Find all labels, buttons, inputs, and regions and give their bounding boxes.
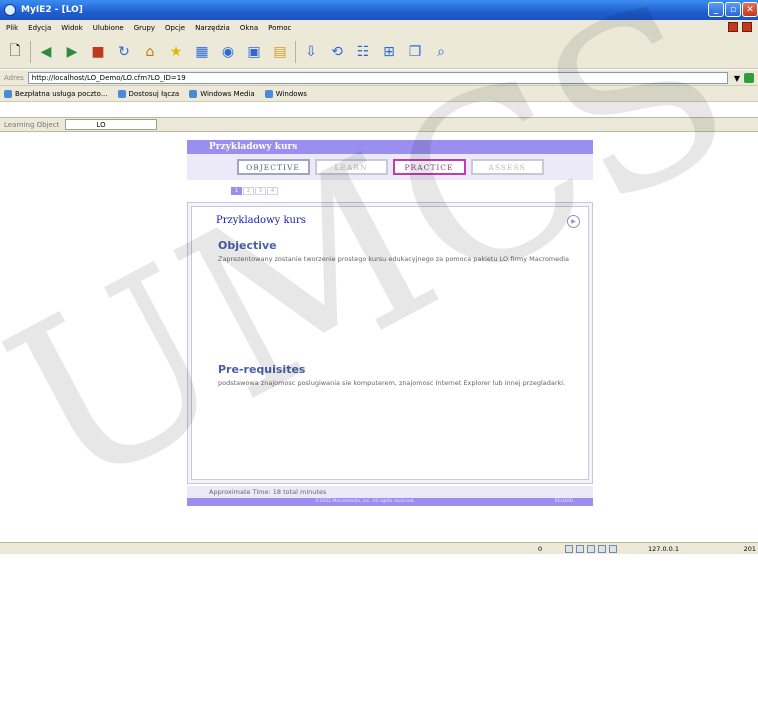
- address-label: Adres: [4, 73, 24, 82]
- content-inner: Przykladowy kurs ▶ Objective Zaprezentow…: [191, 206, 589, 480]
- back-icon[interactable]: ◀: [35, 41, 57, 63]
- minimize-button[interactable]: _: [708, 2, 724, 17]
- proxy-icon[interactable]: ◉: [217, 41, 239, 63]
- refresh-icon[interactable]: ↻: [113, 41, 135, 63]
- reload-logo: RELOAD: [554, 499, 573, 504]
- page-button[interactable]: 1: [231, 187, 242, 195]
- approx-time: Approximate Time: 18 total minutes: [187, 486, 593, 498]
- status-icon[interactable]: [565, 544, 573, 553]
- go-icon[interactable]: [744, 73, 754, 83]
- image-toggle-icon[interactable]: ▣: [243, 41, 265, 63]
- lo-value: LO: [96, 120, 106, 129]
- address-dropdown-icon[interactable]: ▼: [734, 74, 740, 83]
- tab-practice[interactable]: PRACTICE: [392, 159, 466, 175]
- prereq-heading: Pre-requisites: [218, 363, 306, 376]
- stop-icon[interactable]: ■: [87, 41, 109, 63]
- menu-groups[interactable]: Grupy: [134, 24, 155, 32]
- page-button[interactable]: 4: [267, 187, 278, 195]
- menu-tools[interactable]: Narzędzia: [195, 24, 230, 32]
- page-icon: [117, 89, 126, 98]
- status-icon[interactable]: [609, 544, 617, 553]
- copyright: ©2002 Macromedia, Inc. All rights reserv…: [315, 499, 415, 504]
- link-item[interactable]: Bezpłatna usługa poczto...: [4, 89, 108, 98]
- course-title: Przykladowy kurs: [216, 215, 306, 226]
- tab-learn[interactable]: LEARN: [314, 159, 388, 175]
- page-content: Przykladowy kurs OBJECTIVE LEARN PRACTIC…: [0, 132, 758, 542]
- menu-help[interactable]: Pomoc: [268, 24, 291, 32]
- address-bar: Adres http://localhost/LO_Demo/LO.cfm?LO…: [0, 70, 758, 86]
- popup-count: 0: [538, 544, 543, 553]
- learning-object-bar: Learning Object LO: [0, 117, 758, 132]
- page-icon: [189, 89, 198, 98]
- course-header: Przykladowy kurs: [187, 140, 593, 154]
- lo-label: Learning Object: [4, 120, 60, 129]
- menu-view[interactable]: Widok: [61, 24, 83, 32]
- page-button[interactable]: 2: [243, 187, 254, 195]
- status-icon[interactable]: [598, 544, 606, 553]
- app-icon: [4, 4, 16, 16]
- course-frame: Przykladowy kurs OBJECTIVE LEARN PRACTIC…: [187, 140, 593, 506]
- window-title: MyIE2 - [LO]: [21, 5, 83, 15]
- address-input[interactable]: http://localhost/LO_Demo/LO.cfm?LO_ID=19: [27, 71, 728, 84]
- menu-options[interactable]: Opcje: [165, 24, 185, 32]
- link-item[interactable]: Dostosuj łącza: [117, 89, 179, 98]
- layout-icon[interactable]: ☷: [352, 41, 374, 63]
- close-button[interactable]: ✕: [742, 2, 758, 17]
- page-button[interactable]: 3: [255, 187, 266, 195]
- status-icon[interactable]: [576, 544, 584, 553]
- cascade-icon[interactable]: ❐: [404, 41, 426, 63]
- lo-field[interactable]: LO: [65, 119, 158, 130]
- link-item[interactable]: Windows: [264, 89, 307, 98]
- download-icon[interactable]: ⇩: [300, 41, 322, 63]
- search-panel-icon[interactable]: ⌕: [430, 41, 452, 63]
- favorites-icon[interactable]: ★: [165, 41, 187, 63]
- menu-favorites[interactable]: Ulubione: [93, 24, 124, 32]
- page-pager: 1 2 3 4: [231, 187, 278, 195]
- objective-text: Zaprezentowany zostanie tworzenie proste…: [218, 255, 570, 263]
- status-icon[interactable]: [587, 544, 595, 553]
- home-icon[interactable]: ⌂: [139, 41, 161, 63]
- toolbar-separator: [30, 40, 31, 63]
- restore-child-icon[interactable]: [728, 22, 738, 32]
- toolbar: 🗋 ◀ ▶ ■ ↻ ⌂ ★ ▦ ◉ ▣ ▤ ⇩ ⟲ ☷ ⊞ ❐ ⌕: [0, 35, 758, 69]
- menu-edit[interactable]: Edycja: [28, 24, 51, 32]
- forward-icon[interactable]: ▶: [61, 41, 83, 63]
- course-nav: OBJECTIVE LEARN PRACTICE ASSESS: [187, 154, 593, 180]
- maximize-button[interactable]: ▫: [725, 2, 741, 17]
- link-item[interactable]: Windows Media: [189, 89, 255, 98]
- status-ip: 127.0.0.1: [648, 544, 680, 553]
- content-panel: Przykladowy kurs ▶ Objective Zaprezentow…: [187, 202, 593, 484]
- window-titlebar: MyIE2 - [LO] _ ▫ ✕: [0, 0, 758, 20]
- prereq-text: podstawowa znajomosc poslugiwania sie ko…: [218, 379, 566, 387]
- page-icon: [264, 89, 273, 98]
- history-icon[interactable]: ⟲: [326, 41, 348, 63]
- page-icon: [4, 89, 12, 98]
- objective-heading: Objective: [218, 239, 277, 252]
- close-child-icon[interactable]: [742, 22, 752, 32]
- popup-filter-icon[interactable]: ▤: [269, 41, 291, 63]
- status-year: 201: [743, 544, 756, 553]
- play-icon[interactable]: ▶: [567, 215, 580, 228]
- groups-icon[interactable]: ▦: [191, 41, 213, 63]
- menu-file[interactable]: Plik: [6, 24, 18, 32]
- new-window-icon[interactable]: 🗋: [4, 41, 26, 63]
- tile-icon[interactable]: ⊞: [378, 41, 400, 63]
- course-footer: ©2002 Macromedia, Inc. All rights reserv…: [187, 498, 593, 506]
- menu-windows[interactable]: Okna: [240, 24, 258, 32]
- links-bar: Bezpłatna usługa poczto... Dostosuj łącz…: [0, 86, 758, 102]
- tab-assess[interactable]: ASSESS: [470, 159, 544, 175]
- status-bar: 0 127.0.0.1 201: [0, 542, 758, 554]
- toolbar-separator: [295, 40, 296, 63]
- tab-objective[interactable]: OBJECTIVE: [236, 159, 310, 175]
- menu-bar: Plik Edycja Widok Ulubione Grupy Opcje N…: [0, 20, 758, 35]
- address-url: http://localhost/LO_Demo/LO.cfm?LO_ID=19: [31, 73, 186, 82]
